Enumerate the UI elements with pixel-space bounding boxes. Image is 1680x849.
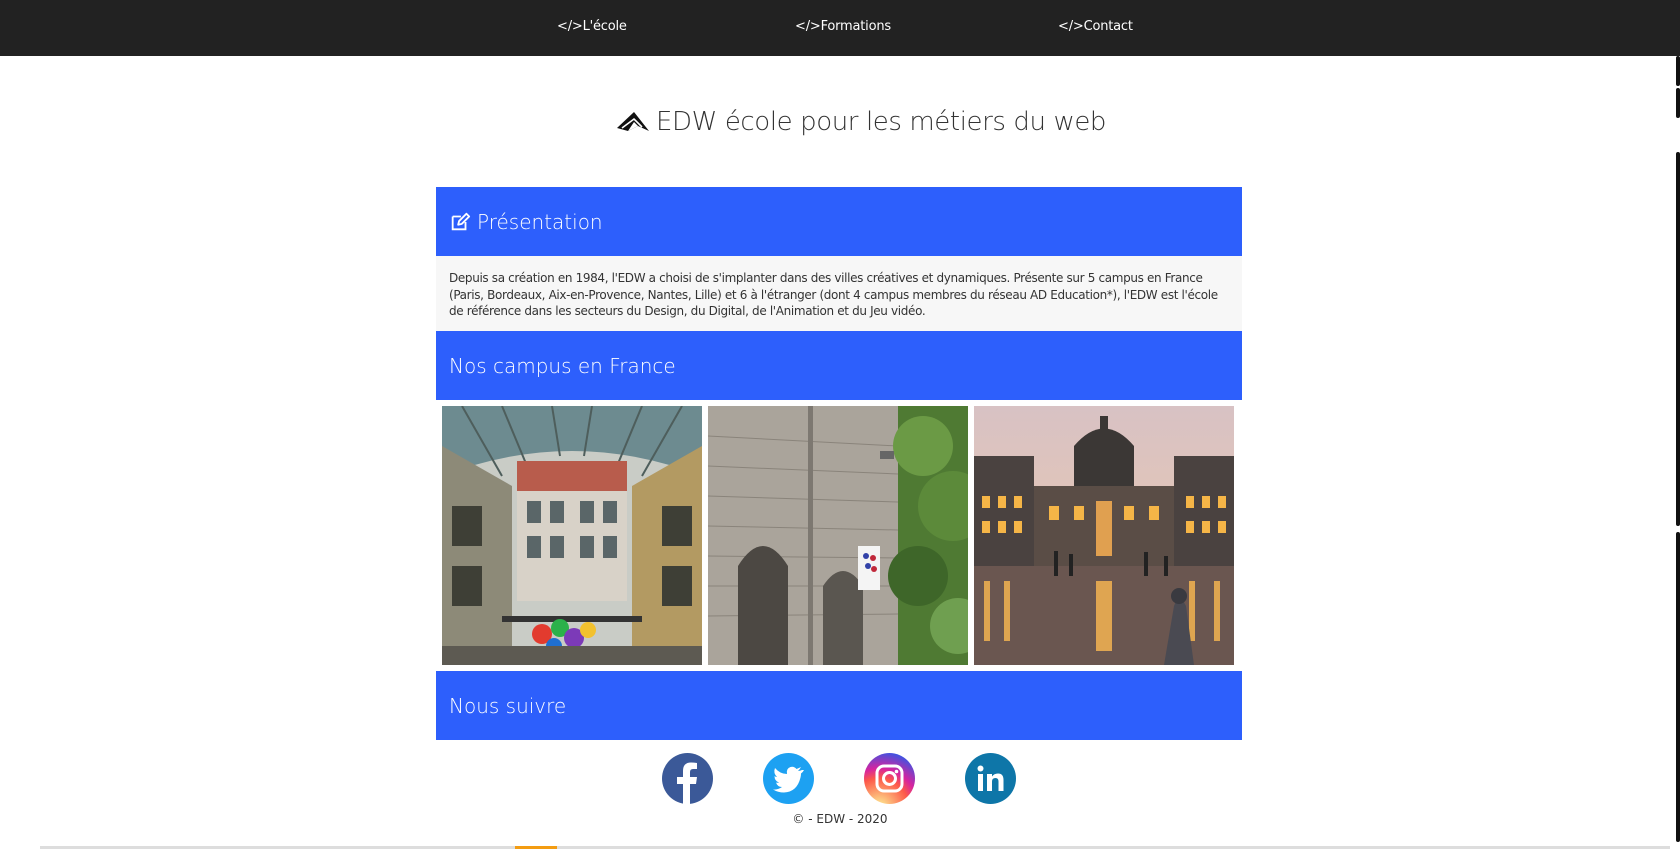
top-navigation: </>L'école </>Formations </>Contact xyxy=(0,0,1680,56)
campus-header: Nos campus en France xyxy=(436,331,1242,400)
facebook-icon[interactable] xyxy=(662,753,713,804)
instagram-icon[interactable] xyxy=(864,753,915,804)
campus-photo-atrium xyxy=(442,406,702,665)
copyright: © - EDW - 2020 xyxy=(792,812,888,826)
social-links xyxy=(662,753,1016,804)
edit-icon xyxy=(451,212,471,230)
campus-gallery xyxy=(436,400,1242,671)
presentation-header: Présentation xyxy=(436,187,1242,256)
nav-link-contact[interactable]: </>Contact xyxy=(1058,19,1133,34)
site-brand: EDW école pour les métiers du web xyxy=(616,102,1106,142)
linkedin-icon[interactable] xyxy=(965,753,1016,804)
presentation-text: Depuis sa création en 1984, l'EDW a choi… xyxy=(436,256,1242,331)
campus-photo-place-bourse xyxy=(974,406,1234,665)
window-edge-scrollbar[interactable] xyxy=(1674,56,1680,846)
nav-link-formations[interactable]: </>Formations xyxy=(795,19,891,34)
follow-title: Nous suivre xyxy=(449,693,567,718)
page-title: EDW école pour les métiers du web xyxy=(656,107,1107,137)
presentation-title: Présentation xyxy=(477,209,603,234)
campus-photo-facade xyxy=(708,406,968,665)
main-content: Présentation Depuis sa création en 1984,… xyxy=(436,187,1242,740)
nav-link-ecole[interactable]: </>L'école xyxy=(557,19,627,34)
twitter-icon[interactable] xyxy=(763,753,814,804)
follow-header: Nous suivre xyxy=(436,671,1242,740)
campus-title: Nos campus en France xyxy=(449,353,676,378)
paper-plane-icon xyxy=(617,112,649,131)
